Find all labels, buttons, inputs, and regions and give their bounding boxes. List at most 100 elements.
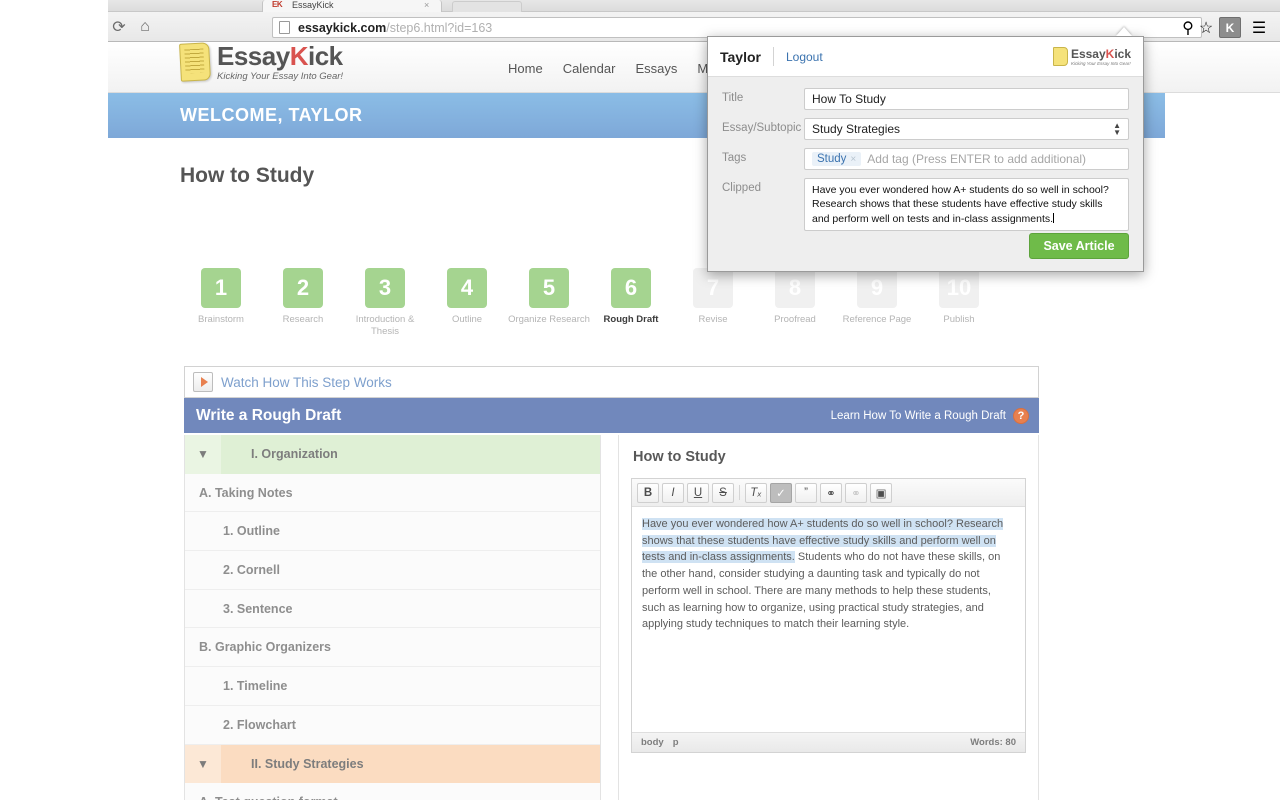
step-panel-help: Learn How To Write a Rough Draft ? (831, 407, 1029, 424)
save-article-button[interactable]: Save Article (1029, 233, 1129, 259)
step-label-7: Revise (698, 314, 728, 325)
step-3[interactable]: 3 Introduction & Thesis (344, 268, 426, 338)
popup-logo-k: K (1105, 47, 1115, 62)
welcome-message: WELCOME, TAYLOR (180, 105, 363, 125)
help-question-icon[interactable]: ? (1013, 407, 1029, 424)
word-count: Words: 80 (970, 737, 1016, 748)
editor-status-bar: body p Words: 80 (632, 732, 1025, 752)
popup-header-divider (772, 47, 774, 66)
popup-username: Taylor (720, 48, 761, 65)
step-5[interactable]: 5 Organize Research (508, 268, 590, 338)
link-icon[interactable]: ⚭ (820, 482, 842, 503)
step-7[interactable]: 7 Revise (672, 268, 754, 338)
step-2[interactable]: 2 Research (262, 268, 344, 338)
step-label-2: Research (282, 314, 324, 325)
learn-how-link[interactable]: Learn How To Write a Rough Draft (831, 410, 1006, 422)
nav-item-essays[interactable]: Essays (635, 61, 677, 76)
zoom-out-icon[interactable]: ⚲ (1178, 17, 1198, 38)
site-logo-tagline: Kicking Your Essay Into Gear! (217, 71, 344, 82)
subtopic-select[interactable]: Study Strategies ▲ ▼ (804, 118, 1129, 140)
tab-close-icon[interactable]: × (424, 0, 429, 10)
address-bar-url: essaykick.com/step6.html?id=163 (298, 21, 492, 35)
step-label-5: Organize Research (508, 314, 590, 325)
site-navigation: Home Calendar Essays Master (508, 61, 737, 76)
unlink-icon: ⚭ (845, 482, 867, 503)
editor-remaining-text: Students who do not have these skills, o… (642, 551, 1001, 631)
rough-draft-editor-card: How to Study B I U S Tₓ ✓” ⚭ ⚭ ▣ Have you ever w… (618, 435, 1039, 800)
address-bar[interactable]: essaykick.com/step6.html?id=163 (272, 17, 1202, 38)
tag-chip-study[interactable]: Study × (812, 152, 862, 166)
remove-format-icon[interactable]: Tₓ (745, 482, 767, 503)
underline-icon[interactable]: U (687, 482, 709, 503)
strikethrough-icon[interactable]: S (712, 482, 734, 503)
step-9[interactable]: 9 Reference Page (836, 268, 918, 338)
home-icon[interactable]: ⌂ (134, 16, 156, 38)
bold-icon[interactable]: B (637, 482, 659, 503)
essaykick-extension-popup: Taylor Logout EssayKick Kicking Your Ess… (707, 36, 1144, 272)
subtopic-field-row: Essay/Subtopic Study Strategies ▲ ▼ (722, 118, 1129, 140)
tag-remove-icon[interactable]: × (850, 154, 856, 165)
step-6[interactable]: 6 Rough Draft (590, 268, 672, 338)
outline-item-row[interactable]: 2. Cornell (185, 551, 600, 590)
nav-item-home[interactable]: Home (508, 61, 543, 76)
popup-notebook-logo-icon (1052, 47, 1068, 66)
collapse-caret-icon[interactable]: ▼ (185, 744, 221, 784)
outline-item-row[interactable]: A. Taking Notes (185, 474, 600, 513)
step-panel-title: Write a Rough Draft (196, 406, 342, 424)
clipped-textarea[interactable]: Have you ever wondered how A+ students d… (804, 178, 1129, 232)
outline-item-row[interactable]: 1. Timeline (185, 667, 600, 706)
blockquote-icon[interactable]: ” (795, 482, 817, 503)
element-path-body[interactable]: body (641, 737, 664, 748)
play-video-icon[interactable] (193, 372, 213, 392)
step-1[interactable]: 1 Brainstorm (180, 268, 262, 338)
outline-item-row[interactable]: A. Test question format (185, 783, 600, 800)
logo-k: K (289, 42, 309, 71)
outline-item-row[interactable]: 1. Outline (185, 512, 600, 552)
step-label-9: Reference Page (842, 314, 912, 325)
clipped-label: Clipped (722, 182, 761, 194)
site-logo[interactable]: EssayKick Kicking Your Essay Into Gear! (179, 42, 344, 83)
nav-item-calendar[interactable]: Calendar (563, 61, 616, 76)
toolbar-separator (739, 485, 740, 500)
clipped-text: Have you ever wondered how A+ students d… (812, 184, 1109, 225)
editor-text-area[interactable]: Have you ever wondered how A+ students d… (632, 507, 1025, 732)
outline-item-label: 3. Sentence (223, 601, 293, 616)
browser-tab-inactive[interactable] (452, 1, 522, 12)
step-number-4: 4 (447, 268, 487, 308)
outline-item-label: A. Test question format (199, 795, 338, 800)
step-number-2: 2 (283, 268, 323, 308)
element-path-p[interactable]: p (673, 737, 679, 748)
step-10[interactable]: 10 Publish (918, 268, 1000, 338)
popup-logo: EssayKick Kicking Your Essay Into Gear! (1052, 46, 1131, 67)
title-input[interactable]: How To Study (804, 88, 1129, 110)
outline-section-row[interactable]: ▼ II. Study Strategies (185, 744, 600, 784)
step-number-10: 10 (939, 268, 979, 308)
step-8[interactable]: 8 Proofread (754, 268, 836, 338)
popup-logo-text: EssayKick Kicking Your Essay Into Gear! (1071, 46, 1131, 67)
collapse-caret-icon[interactable]: ▼ (185, 435, 221, 474)
reload-icon[interactable]: ⟳ (108, 16, 130, 38)
essaykick-extension-icon[interactable]: K (1219, 17, 1241, 38)
watch-video-bar[interactable]: Watch How This Step Works (184, 366, 1039, 398)
popup-arrow (1116, 27, 1132, 36)
outline-item-row[interactable]: 3. Sentence (185, 590, 600, 629)
popup-logo-essay: Essay (1070, 47, 1106, 62)
step-number-5: 5 (529, 268, 569, 308)
bookmark-star-icon[interactable]: ☆ (1196, 17, 1216, 38)
step-label-8: Proofread (774, 314, 816, 325)
spellcheck-icon[interactable]: ✓ (770, 482, 792, 503)
outline-item-row[interactable]: B. Graphic Organizers (185, 628, 600, 668)
step-number-3: 3 (365, 268, 405, 308)
step-4[interactable]: 4 Outline (426, 268, 508, 338)
image-icon[interactable]: ▣ (870, 482, 892, 503)
step-panel-header: Write a Rough Draft Learn How To Write a… (184, 398, 1039, 433)
italic-icon[interactable]: I (662, 482, 684, 503)
outline-section-row[interactable]: ▼ I. Organization (185, 435, 600, 474)
logout-link[interactable]: Logout (786, 50, 823, 64)
tags-input[interactable]: Study × Add tag (Press ENTER to add addi… (804, 148, 1129, 170)
outline-list: ▼ I. Organization A. Taking Notes 1. Outlin… (184, 435, 601, 800)
outline-item-row[interactable]: 2. Flowchart (185, 706, 600, 745)
step-label-3: Introduction & Thesis (355, 314, 415, 337)
popup-header: Taylor Logout EssayKick Kicking Your Ess… (708, 37, 1143, 77)
browser-menu-icon[interactable]: ☰ (1248, 17, 1270, 38)
